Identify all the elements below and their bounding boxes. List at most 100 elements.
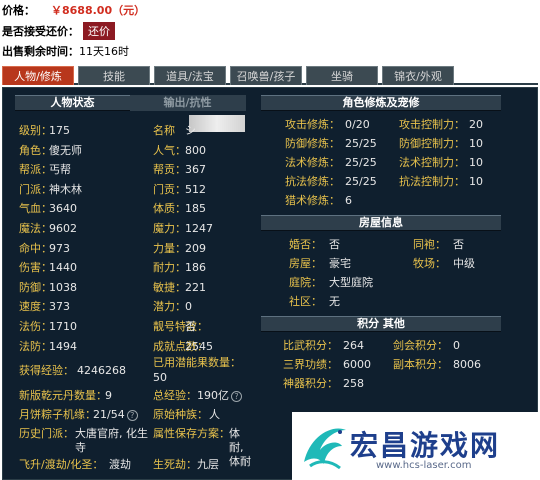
field-label-cult: 法术控制力：: [399, 156, 465, 169]
field-value-status: 1038: [49, 280, 77, 294]
field-value-cult: 10: [469, 156, 483, 169]
field-value-status: シ: [185, 124, 196, 137]
field-value-cult: 25/25: [345, 137, 377, 150]
field-label-status: 潜力：: [153, 300, 186, 314]
tab-pets[interactable]: 召唤兽/孩子: [230, 66, 302, 85]
ascend-value: 渡劫: [109, 458, 131, 471]
potential-value: 50: [153, 371, 167, 384]
field-value-status: 1247: [185, 222, 213, 235]
remaining-value: 11天16时: [79, 45, 129, 58]
field-value-points: 6000: [343, 358, 371, 371]
original-race-value: 人: [209, 408, 220, 421]
field-value-status: 9602: [49, 222, 77, 235]
field-label-cult: 法术修炼：: [285, 156, 340, 169]
field-value-status: 1494: [49, 339, 77, 353]
field-label-status: 魔法：: [19, 222, 52, 235]
field-value-status: 175: [49, 124, 70, 137]
field-value-status: 373: [49, 300, 70, 314]
field-label-status: 速度：: [19, 300, 52, 314]
watermark-text: 宏昌游戏网: [350, 429, 501, 462]
field-label-status: 法伤：: [19, 320, 52, 333]
tab-skills[interactable]: 技能: [78, 66, 150, 85]
ascend-label: 飞升/渡劫/化圣：: [19, 458, 104, 471]
watermark-url: www.hcs-laser.com: [376, 460, 472, 471]
field-value-status: 3640: [49, 202, 77, 216]
total-exp-row: 190亿?: [197, 389, 242, 403]
field-label-status: 级别：: [19, 124, 52, 137]
life-value: 九层: [197, 458, 219, 471]
field-label-status: 靓号特效：: [153, 320, 208, 333]
field-value-status: 神木林: [49, 182, 82, 196]
field-label-cult: 防御修炼：: [285, 137, 340, 150]
field-label-status: 法防：: [19, 339, 52, 353]
field-value-cult: 10: [469, 175, 483, 188]
field-label-status: 帮派：: [19, 163, 52, 177]
haggle-row: 是否接受还价： 还价: [2, 22, 115, 40]
mooncake-row: 21/54?: [93, 408, 138, 422]
field-value-house: 否: [453, 238, 464, 251]
field-value-points: 258: [343, 377, 364, 390]
field-label-status: 人气：: [153, 143, 186, 157]
help-icon[interactable]: ?: [126, 409, 138, 421]
field-label-points: 三界功绩：: [283, 358, 338, 371]
total-exp-value: 190亿: [197, 389, 229, 402]
field-label-status: 名称: [153, 124, 175, 137]
pill-value: 9: [105, 389, 112, 402]
field-value-points: 0: [453, 339, 460, 352]
field-value-cult: 20: [469, 118, 483, 131]
field-label-status: 角色：: [19, 143, 52, 157]
potential-label: 已用潜能果数量：: [153, 356, 241, 369]
field-label-cult: 猎术修炼：: [285, 194, 340, 207]
field-value-status: 2545: [185, 339, 213, 353]
subtab-output-resist[interactable]: 输出/抗性: [129, 95, 246, 111]
field-label-house: 牧场：: [413, 257, 446, 270]
remaining-label: 出售剩余时间：: [2, 45, 79, 58]
field-label-cult: 攻击控制力：: [399, 118, 465, 131]
total-exp-label: 总经验：: [153, 389, 197, 402]
field-label-status: 魔力：: [153, 222, 186, 235]
field-label-house: 房屋：: [289, 257, 322, 270]
field-value-status: 800: [185, 143, 206, 157]
field-label-cult: 防御控制力：: [399, 137, 465, 150]
field-value-cult: 10: [469, 137, 483, 150]
history-sect-value: 大唐官府, 化生寺: [75, 427, 148, 454]
field-label-status: 帮贡：: [153, 163, 186, 177]
tab-appearance[interactable]: 锦衣/外观: [382, 66, 454, 85]
tab-character[interactable]: 人物/修炼: [2, 66, 74, 85]
help-icon[interactable]: ?: [231, 390, 242, 402]
field-value-status: 傻无师: [49, 143, 82, 157]
attr-save-value: 体耐, 体耐: [229, 427, 251, 468]
field-label-status: 体质：: [153, 202, 186, 216]
field-label-status: 气血：: [19, 202, 52, 216]
field-value-house: 中级: [453, 257, 475, 270]
field-value-house: 大型庭院: [329, 276, 373, 289]
price-value: ￥8688.00（元）: [51, 4, 146, 17]
field-value-status: 否: [185, 320, 196, 333]
field-value-cult: 6: [345, 194, 352, 207]
house-section-title: 房屋信息: [261, 215, 501, 231]
status-section-title: 人物状态: [15, 95, 130, 111]
field-value-house: 否: [329, 238, 340, 251]
field-label-house: 社区：: [289, 295, 322, 308]
field-value-house: 豪宅: [329, 257, 351, 270]
field-value-points: 264: [343, 339, 364, 352]
tab-mounts[interactable]: 坐骑: [306, 66, 378, 85]
haggle-button[interactable]: 还价: [83, 22, 115, 40]
exp-label: 获得经验：: [19, 364, 74, 377]
price-label: 价格：: [2, 4, 35, 17]
exp-value: 4246268: [77, 364, 126, 377]
field-value-cult: 25/25: [345, 175, 377, 188]
original-race-label: 原始种族：: [153, 408, 208, 421]
tab-items[interactable]: 道具/法宝: [154, 66, 226, 85]
field-value-house: 无: [329, 295, 340, 308]
remaining-row: 出售剩余时间：11天16时: [2, 43, 129, 59]
mooncake-label: 月饼粽子机缘：: [19, 408, 96, 421]
field-value-status: 512: [185, 182, 206, 196]
field-label-status: 命中：: [19, 241, 52, 255]
field-value-status: 186: [185, 261, 206, 275]
field-value-status: 973: [49, 241, 70, 255]
field-value-status: 185: [185, 202, 206, 216]
field-value-status: 1440: [49, 261, 77, 275]
field-label-status: 敏捷：: [153, 280, 186, 294]
attr-save-label: 属性保存方案：: [153, 427, 230, 440]
